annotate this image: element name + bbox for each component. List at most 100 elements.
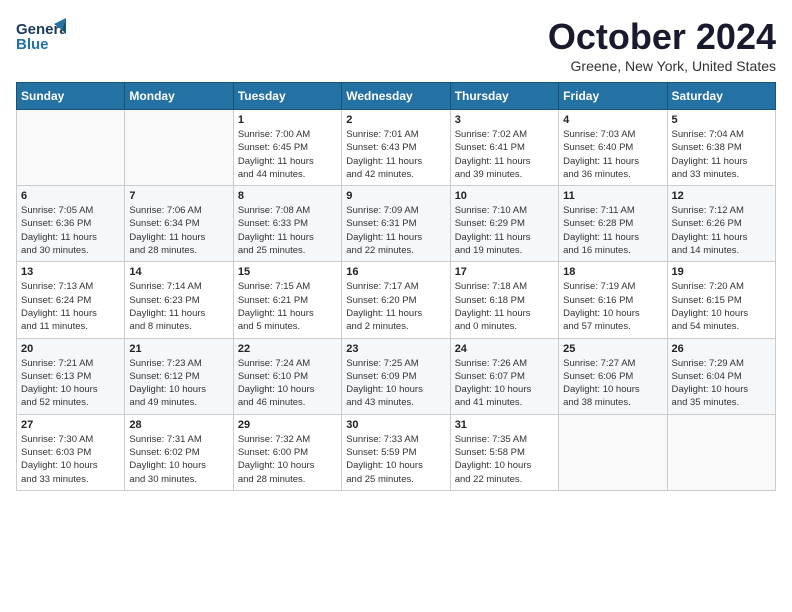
calendar-cell: 5 Sunrise: 7:04 AM Sunset: 6:38 PM Daylig… xyxy=(667,110,775,186)
day-number: 28 xyxy=(129,419,228,431)
day-number: 14 xyxy=(129,266,228,278)
weekday-header-saturday: Saturday xyxy=(667,83,775,110)
day-info: Sunrise: 7:15 AM Sunset: 6:21 PM Dayligh… xyxy=(238,280,337,333)
day-number: 12 xyxy=(672,190,771,202)
weekday-header-tuesday: Tuesday xyxy=(233,83,341,110)
day-number: 31 xyxy=(455,419,554,431)
day-info: Sunrise: 7:09 AM Sunset: 6:31 PM Dayligh… xyxy=(346,204,445,257)
weekday-header-row: SundayMondayTuesdayWednesdayThursdayFrid… xyxy=(17,83,776,110)
calendar-week-2: 6 Sunrise: 7:05 AM Sunset: 6:36 PM Daylig… xyxy=(17,186,776,262)
calendar-body: 1 Sunrise: 7:00 AM Sunset: 6:45 PM Daylig… xyxy=(17,110,776,491)
day-info: Sunrise: 7:19 AM Sunset: 6:16 PM Dayligh… xyxy=(563,280,662,333)
day-number: 23 xyxy=(346,343,445,355)
day-info: Sunrise: 7:04 AM Sunset: 6:38 PM Dayligh… xyxy=(672,128,771,181)
calendar-cell: 17Sunrise: 7:18 AM Sunset: 6:18 PM Dayli… xyxy=(450,262,558,338)
day-number: 26 xyxy=(672,343,771,355)
calendar-cell: 3 Sunrise: 7:02 AM Sunset: 6:41 PM Daylig… xyxy=(450,110,558,186)
day-number: 1 xyxy=(238,114,337,126)
calendar-week-4: 20 Sunrise: 7:21 AM Sunset: 6:13 PM Dayli… xyxy=(17,338,776,414)
calendar-cell: 16 Sunrise: 7:17 AM Sunset: 6:20 PM Dayli… xyxy=(342,262,450,338)
day-info: Sunrise: 7:33 AM Sunset: 5:59 PM Dayligh… xyxy=(346,433,445,486)
day-info: Sunrise: 7:32 AM Sunset: 6:00 PM Dayligh… xyxy=(238,433,337,486)
location: Greene, New York, United States xyxy=(548,58,776,74)
calendar-cell: 18 Sunrise: 7:19 AM Sunset: 6:16 PM Dayli… xyxy=(559,262,667,338)
day-info: Sunrise: 7:12 AM Sunset: 6:26 PM Dayligh… xyxy=(672,204,771,257)
calendar-week-1: 1 Sunrise: 7:00 AM Sunset: 6:45 PM Daylig… xyxy=(17,110,776,186)
day-info: Sunrise: 7:27 AM Sunset: 6:06 PM Dayligh… xyxy=(563,357,662,410)
day-info: Sunrise: 7:30 AM Sunset: 6:03 PM Dayligh… xyxy=(21,433,120,486)
weekday-header-sunday: Sunday xyxy=(17,83,125,110)
day-number: 22 xyxy=(238,343,337,355)
day-number: 18 xyxy=(563,266,662,278)
day-number: 7 xyxy=(129,190,228,202)
day-info: Sunrise: 7:20 AM Sunset: 6:15 PM Dayligh… xyxy=(672,280,771,333)
day-info: Sunrise: 7:18 AM Sunset: 6:18 PM Dayligh… xyxy=(455,280,554,333)
calendar-cell: 26 Sunrise: 7:29 AM Sunset: 6:04 PM Dayli… xyxy=(667,338,775,414)
day-info: Sunrise: 7:00 AM Sunset: 6:45 PM Dayligh… xyxy=(238,128,337,181)
calendar-table: SundayMondayTuesdayWednesdayThursdayFrid… xyxy=(16,82,776,491)
day-info: Sunrise: 7:11 AM Sunset: 6:28 PM Dayligh… xyxy=(563,204,662,257)
day-info: Sunrise: 7:08 AM Sunset: 6:33 PM Dayligh… xyxy=(238,204,337,257)
calendar-cell xyxy=(667,414,775,490)
day-info: Sunrise: 7:13 AM Sunset: 6:24 PM Dayligh… xyxy=(21,280,120,333)
day-info: Sunrise: 7:31 AM Sunset: 6:02 PM Dayligh… xyxy=(129,433,228,486)
calendar-cell: 13Sunrise: 7:13 AM Sunset: 6:24 PM Dayli… xyxy=(17,262,125,338)
day-number: 27 xyxy=(21,419,120,431)
day-number: 9 xyxy=(346,190,445,202)
calendar-cell: 6 Sunrise: 7:05 AM Sunset: 6:36 PM Daylig… xyxy=(17,186,125,262)
calendar-week-3: 13Sunrise: 7:13 AM Sunset: 6:24 PM Dayli… xyxy=(17,262,776,338)
calendar-cell: 20 Sunrise: 7:21 AM Sunset: 6:13 PM Dayli… xyxy=(17,338,125,414)
title-block: October 2024 Greene, New York, United St… xyxy=(548,16,776,74)
day-number: 20 xyxy=(21,343,120,355)
day-number: 6 xyxy=(21,190,120,202)
month-title: October 2024 xyxy=(548,16,776,58)
calendar-cell: 27 Sunrise: 7:30 AM Sunset: 6:03 PM Dayli… xyxy=(17,414,125,490)
day-info: Sunrise: 7:21 AM Sunset: 6:13 PM Dayligh… xyxy=(21,357,120,410)
day-info: Sunrise: 7:26 AM Sunset: 6:07 PM Dayligh… xyxy=(455,357,554,410)
calendar-cell: 23 Sunrise: 7:25 AM Sunset: 6:09 PM Dayli… xyxy=(342,338,450,414)
day-number: 30 xyxy=(346,419,445,431)
calendar-cell: 25Sunrise: 7:27 AM Sunset: 6:06 PM Dayli… xyxy=(559,338,667,414)
calendar-cell: 8Sunrise: 7:08 AM Sunset: 6:33 PM Daylig… xyxy=(233,186,341,262)
page-header: General Blue October 2024 Greene, New Yo… xyxy=(16,16,776,74)
day-info: Sunrise: 7:03 AM Sunset: 6:40 PM Dayligh… xyxy=(563,128,662,181)
day-info: Sunrise: 7:05 AM Sunset: 6:36 PM Dayligh… xyxy=(21,204,120,257)
calendar-cell: 7 Sunrise: 7:06 AM Sunset: 6:34 PM Daylig… xyxy=(125,186,233,262)
day-number: 24 xyxy=(455,343,554,355)
calendar-cell: 29Sunrise: 7:32 AM Sunset: 6:00 PM Dayli… xyxy=(233,414,341,490)
calendar-cell: 10 Sunrise: 7:10 AM Sunset: 6:29 PM Dayli… xyxy=(450,186,558,262)
calendar-cell: 21 Sunrise: 7:23 AM Sunset: 6:12 PM Dayli… xyxy=(125,338,233,414)
day-info: Sunrise: 7:02 AM Sunset: 6:41 PM Dayligh… xyxy=(455,128,554,181)
calendar-cell: 9 Sunrise: 7:09 AM Sunset: 6:31 PM Daylig… xyxy=(342,186,450,262)
calendar-cell: 19 Sunrise: 7:20 AM Sunset: 6:15 PM Dayli… xyxy=(667,262,775,338)
calendar-week-5: 27 Sunrise: 7:30 AM Sunset: 6:03 PM Dayli… xyxy=(17,414,776,490)
calendar-cell: 28 Sunrise: 7:31 AM Sunset: 6:02 PM Dayli… xyxy=(125,414,233,490)
day-info: Sunrise: 7:10 AM Sunset: 6:29 PM Dayligh… xyxy=(455,204,554,257)
weekday-header-wednesday: Wednesday xyxy=(342,83,450,110)
calendar-cell: 2Sunrise: 7:01 AM Sunset: 6:43 PM Daylig… xyxy=(342,110,450,186)
calendar-cell: 4Sunrise: 7:03 AM Sunset: 6:40 PM Daylig… xyxy=(559,110,667,186)
day-number: 10 xyxy=(455,190,554,202)
weekday-header-friday: Friday xyxy=(559,83,667,110)
day-number: 3 xyxy=(455,114,554,126)
calendar-cell: 11 Sunrise: 7:11 AM Sunset: 6:28 PM Dayli… xyxy=(559,186,667,262)
day-number: 15 xyxy=(238,266,337,278)
day-info: Sunrise: 7:06 AM Sunset: 6:34 PM Dayligh… xyxy=(129,204,228,257)
weekday-header-thursday: Thursday xyxy=(450,83,558,110)
day-info: Sunrise: 7:29 AM Sunset: 6:04 PM Dayligh… xyxy=(672,357,771,410)
day-info: Sunrise: 7:25 AM Sunset: 6:09 PM Dayligh… xyxy=(346,357,445,410)
day-info: Sunrise: 7:24 AM Sunset: 6:10 PM Dayligh… xyxy=(238,357,337,410)
calendar-cell xyxy=(559,414,667,490)
calendar-cell: 31Sunrise: 7:35 AM Sunset: 5:58 PM Dayli… xyxy=(450,414,558,490)
day-number: 11 xyxy=(563,190,662,202)
calendar-cell xyxy=(125,110,233,186)
day-number: 16 xyxy=(346,266,445,278)
weekday-header-monday: Monday xyxy=(125,83,233,110)
day-number: 19 xyxy=(672,266,771,278)
day-info: Sunrise: 7:14 AM Sunset: 6:23 PM Dayligh… xyxy=(129,280,228,333)
calendar-cell: 14 Sunrise: 7:14 AM Sunset: 6:23 PM Dayli… xyxy=(125,262,233,338)
day-info: Sunrise: 7:17 AM Sunset: 6:20 PM Dayligh… xyxy=(346,280,445,333)
day-number: 5 xyxy=(672,114,771,126)
day-number: 21 xyxy=(129,343,228,355)
day-info: Sunrise: 7:23 AM Sunset: 6:12 PM Dayligh… xyxy=(129,357,228,410)
